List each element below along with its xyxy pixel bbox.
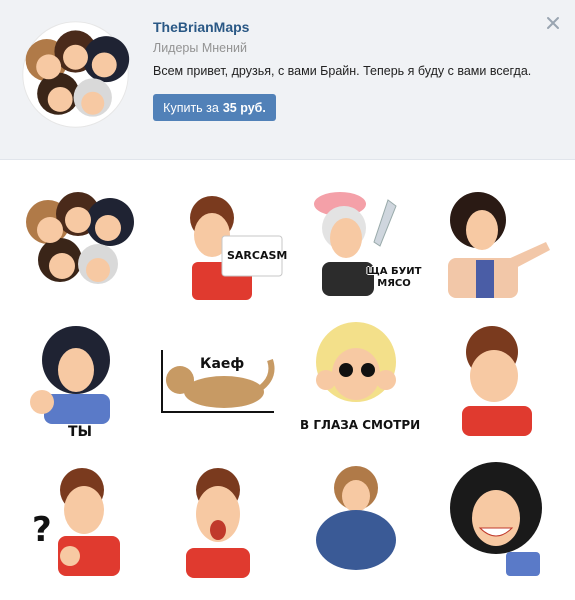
pack-title[interactable]: TheBrianMaps — [153, 19, 249, 35]
sticker-item[interactable] — [296, 460, 416, 580]
sticker-item[interactable] — [436, 320, 556, 440]
sticker-image-sitting — [316, 466, 396, 570]
sticker-image-ty — [30, 326, 110, 424]
sticker-item[interactable] — [172, 460, 292, 580]
pack-description: Всем привет, друзья, с вами Брайн. Тепер… — [153, 64, 532, 78]
buy-button-price: 35 руб. — [222, 100, 266, 115]
sticker-item[interactable]: В ГЛАЗА СМОТРИ — [296, 320, 420, 440]
buy-button[interactable]: Купить за 35 руб. — [153, 94, 276, 121]
buy-button-label: Купить за — [163, 100, 219, 115]
sticker-image-smirk — [462, 326, 532, 436]
sticker-item[interactable]: SARCASM — [172, 180, 292, 300]
sticker-item[interactable]: ТЫ — [18, 320, 138, 440]
sticker-caption: Каеф — [200, 356, 245, 372]
sticker-item[interactable]: ? — [18, 460, 138, 580]
sticker-caption: ? — [32, 510, 52, 550]
sticker-pack-header: TheBrianMaps Лидеры Мнений Всем привет, … — [0, 0, 575, 160]
sticker-image-cat — [161, 350, 275, 413]
sticker-caption: SARCASM — [227, 249, 288, 262]
sticker-image-shock — [186, 468, 250, 578]
sticker-item[interactable] — [436, 180, 556, 300]
pack-author[interactable]: Лидеры Мнений — [153, 41, 247, 55]
sticker-grid: SARCASM ЩА БУИТ МЯСО ТЫ Каеф В ГЛАЗА СМО… — [0, 160, 575, 600]
sticker-caption: ЩА БУИТ МЯСО — [366, 266, 422, 289]
sticker-image-sarcasm — [190, 196, 283, 300]
sticker-item[interactable] — [18, 180, 138, 300]
sticker-item[interactable]: ЩА БУИТ МЯСО — [304, 180, 424, 300]
sticker-caption: ТЫ — [68, 424, 93, 440]
sticker-image-point — [448, 192, 550, 298]
sticker-item[interactable]: Каеф — [158, 320, 278, 440]
sticker-image-group — [26, 192, 134, 284]
close-icon[interactable] — [545, 15, 561, 31]
sticker-caption: В ГЛАЗА СМОТРИ — [300, 418, 421, 432]
sticker-item[interactable] — [436, 460, 556, 580]
sticker-image-grin — [450, 462, 542, 576]
pack-thumbnail — [22, 21, 130, 128]
